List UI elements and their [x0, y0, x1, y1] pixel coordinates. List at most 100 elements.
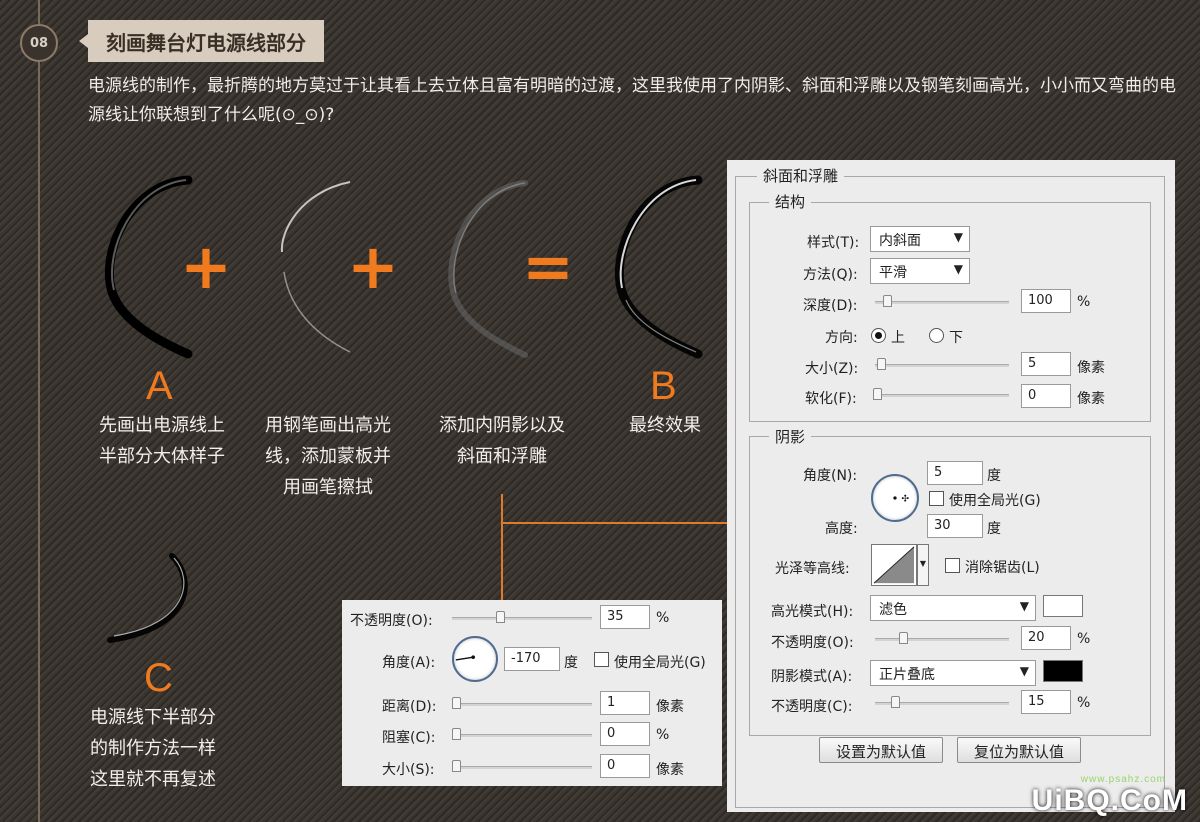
distance-slider-thumb[interactable]	[452, 697, 461, 709]
inner-shadow-panel: 不透明度(O): 35 % 角度(A): -170 度 使用全局光(G) 距离(…	[342, 600, 722, 786]
make-default-button[interactable]: 设置为默认值	[819, 737, 943, 763]
caption-b: 最终效果	[629, 415, 701, 436]
size-slider-thumb[interactable]	[452, 760, 461, 772]
shading-global-light-label: 使用全局光(G)	[949, 493, 1041, 509]
gloss-contour-dropdown[interactable]: ▼	[917, 544, 929, 586]
connector-vertical	[501, 494, 503, 602]
shadow-mode-label: 阴影模式(A):	[771, 669, 853, 685]
shading-group-title: 阴影	[769, 426, 812, 447]
shading-angle-label: 角度(N):	[803, 468, 858, 484]
bevel-size-slider-thumb[interactable]	[877, 358, 886, 370]
size-label: 大小(S):	[382, 762, 435, 778]
choke-slider[interactable]	[452, 734, 592, 737]
cable-shape-c	[107, 553, 188, 643]
bevel-size-input[interactable]: 5	[1021, 352, 1071, 376]
altitude-label: 高度:	[825, 521, 858, 537]
soften-slider[interactable]	[875, 394, 1009, 397]
choke-label: 阻塞(C):	[382, 730, 436, 746]
size-input[interactable]: 0	[600, 754, 650, 778]
equals-sign: =	[522, 230, 574, 303]
shadow-color-swatch[interactable]	[1043, 660, 1083, 682]
caption-c: 电源线下半部分 的制作方法一样 这里就不再复述	[90, 707, 216, 790]
shadow-mode-select[interactable]: 正片叠底 ▼	[870, 660, 1036, 686]
highlight-opacity-slider[interactable]	[875, 638, 1009, 641]
technique-select[interactable]: 平滑 ▼	[870, 258, 970, 284]
opacity-label: 不透明度(O):	[350, 613, 433, 629]
angle-input[interactable]: -170	[504, 647, 560, 671]
antialias-checkbox[interactable]	[945, 558, 960, 573]
highlight-mode-label: 高光模式(H):	[771, 604, 854, 620]
opacity-slider[interactable]	[452, 617, 592, 620]
soften-input[interactable]: 0	[1021, 384, 1071, 408]
shadow-opacity-slider-thumb[interactable]	[891, 696, 900, 708]
altitude-unit: 度	[987, 521, 1001, 537]
gloss-contour-label: 光泽等高线:	[775, 561, 850, 577]
opacity-input[interactable]: 35	[600, 605, 650, 629]
direction-up-radio[interactable]	[871, 328, 886, 343]
direction-label: 方向:	[825, 330, 858, 346]
highlight-opacity-input[interactable]: 20	[1021, 626, 1071, 650]
label-b: B	[650, 364, 677, 408]
shading-global-light-checkbox[interactable]	[929, 491, 944, 506]
caption-step2: 用钢笔画出高光 线，添加蒙板并 用画笔擦拭	[265, 415, 391, 498]
highlight-mode-select[interactable]: 滤色 ▼	[870, 595, 1036, 621]
bevel-size-slider[interactable]	[875, 364, 1009, 367]
connector-horizontal	[501, 522, 727, 524]
size-unit: 像素	[656, 762, 684, 778]
shadow-opacity-input[interactable]: 15	[1021, 690, 1071, 714]
depth-unit: %	[1077, 294, 1091, 310]
depth-input[interactable]: 100	[1021, 289, 1071, 313]
bevel-emboss-panel: 斜面和浮雕 结构 样式(T): 内斜面 ▼ 方法(Q): 平滑 ▼ 深度(D): 1…	[727, 160, 1175, 812]
size-slider[interactable]	[452, 766, 592, 769]
bevel-size-unit: 像素	[1077, 360, 1105, 376]
distance-slider[interactable]	[452, 703, 592, 706]
shading-angle-dial[interactable]: ✣	[871, 474, 919, 522]
section-title: 刻画舞台灯电源线部分	[79, 20, 324, 62]
opacity-unit: %	[656, 610, 670, 626]
opacity-slider-thumb[interactable]	[496, 611, 505, 623]
svg-text:✣: ✣	[901, 494, 909, 505]
soften-label: 软化(F):	[805, 391, 857, 407]
direction-up-label: 上	[891, 330, 905, 346]
depth-label: 深度(D):	[803, 298, 858, 314]
depth-slider[interactable]	[875, 301, 1009, 304]
chevron-down-icon: ▼	[1019, 664, 1029, 678]
highlight-opacity-label: 不透明度(O):	[771, 635, 854, 651]
gloss-contour-picker[interactable]	[871, 544, 917, 586]
technique-label: 方法(Q):	[803, 267, 858, 283]
global-light-checkbox[interactable]	[594, 652, 609, 667]
shadow-opacity-unit: %	[1077, 695, 1091, 711]
caption-a: 先画出电源线上 半部分大体样子	[99, 415, 225, 467]
intro-paragraph: 电源线的制作，最折腾的地方莫过于让其看上去立体且富有明暗的过渡，这里我使用了内阴…	[88, 76, 1176, 125]
label-c: C	[144, 656, 173, 700]
direction-down-label: 下	[949, 330, 963, 346]
timeline-line	[38, 0, 40, 822]
bevel-size-label: 大小(Z):	[805, 361, 859, 377]
highlight-opacity-slider-thumb[interactable]	[899, 632, 908, 644]
soften-unit: 像素	[1077, 391, 1105, 407]
style-select[interactable]: 内斜面 ▼	[870, 226, 970, 252]
soften-slider-thumb[interactable]	[873, 388, 882, 400]
caption-step3: 添加内阴影以及 斜面和浮雕	[439, 415, 565, 467]
highlight-opacity-unit: %	[1077, 631, 1091, 647]
chevron-down-icon: ▼	[953, 262, 963, 276]
choke-unit: %	[656, 727, 670, 743]
direction-down-radio[interactable]	[929, 328, 944, 343]
plus-sign-2: +	[347, 230, 399, 303]
angle-dial[interactable]	[452, 636, 498, 682]
shading-angle-input[interactable]: 5	[927, 461, 983, 485]
site-watermark-sub: www.psahz.com	[1080, 774, 1166, 785]
shading-angle-unit: 度	[987, 468, 1001, 484]
altitude-input[interactable]: 30	[927, 514, 983, 538]
label-a: A	[146, 364, 173, 408]
highlight-color-swatch[interactable]	[1043, 595, 1083, 617]
distance-input[interactable]: 1	[600, 691, 650, 715]
angle-label: 角度(A):	[382, 655, 436, 671]
choke-input[interactable]: 0	[600, 722, 650, 746]
choke-slider-thumb[interactable]	[452, 728, 461, 740]
depth-slider-thumb[interactable]	[883, 295, 892, 307]
distance-unit: 像素	[656, 699, 684, 715]
chevron-down-icon: ▼	[1019, 599, 1029, 613]
reset-default-button[interactable]: 复位为默认值	[957, 737, 1081, 763]
step-number-badge: 08	[20, 24, 58, 62]
